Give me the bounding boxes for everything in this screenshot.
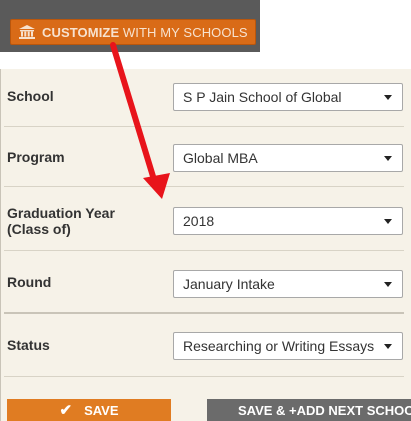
school-label: School — [7, 88, 54, 104]
chevron-down-icon — [384, 156, 392, 161]
chevron-down-icon — [384, 95, 392, 100]
graduation-year-label: Graduation Year — [7, 205, 115, 221]
save-next-button-label: SAVE & +ADD NEXT SCHOOL — [238, 402, 411, 418]
separator — [4, 376, 404, 377]
separator — [4, 312, 404, 314]
chevron-down-icon — [384, 219, 392, 224]
round-label: Round — [7, 274, 52, 290]
save-and-add-next-school-button[interactable]: SAVE & +ADD NEXT SCHOOL — [207, 399, 411, 421]
customize-label-bold: CUSTOMIZE — [42, 24, 120, 40]
graduation-year-select-value: 2018 — [183, 213, 215, 229]
school-select[interactable]: S P Jain School of Global — [173, 83, 403, 111]
program-select[interactable]: Global MBA — [173, 144, 403, 172]
separator — [4, 126, 404, 127]
status-select[interactable]: Researching or Writing Essays — [173, 332, 403, 360]
program-select-value: Global MBA — [183, 150, 258, 166]
save-button[interactable]: ✔ SAVE — [7, 399, 171, 421]
separator — [4, 250, 404, 251]
status-select-value: Researching or Writing Essays — [183, 338, 375, 354]
program-label: Program — [7, 149, 65, 165]
customize-label-rest: WITH MY SCHOOLS — [119, 24, 248, 40]
chevron-down-icon — [384, 282, 392, 287]
bank-icon — [19, 25, 35, 39]
separator — [4, 186, 404, 187]
top-bar-blank — [260, 0, 411, 52]
checkmark-icon: ✔ — [59, 402, 73, 419]
graduation-year-select[interactable]: 2018 — [173, 207, 403, 235]
save-button-label: SAVE — [84, 402, 119, 418]
graduation-year-sublabel: (Class of) — [7, 221, 71, 237]
status-label: Status — [7, 337, 50, 353]
round-select[interactable]: January Intake — [173, 270, 403, 298]
chevron-down-icon — [384, 344, 392, 349]
panel-edge — [0, 69, 1, 421]
school-form-panel — [0, 69, 411, 421]
round-select-value: January Intake — [183, 276, 275, 292]
customize-with-my-schools-button[interactable]: CUSTOMIZE WITH MY SCHOOLS — [10, 19, 256, 45]
school-select-value: S P Jain School of Global — [183, 89, 342, 105]
